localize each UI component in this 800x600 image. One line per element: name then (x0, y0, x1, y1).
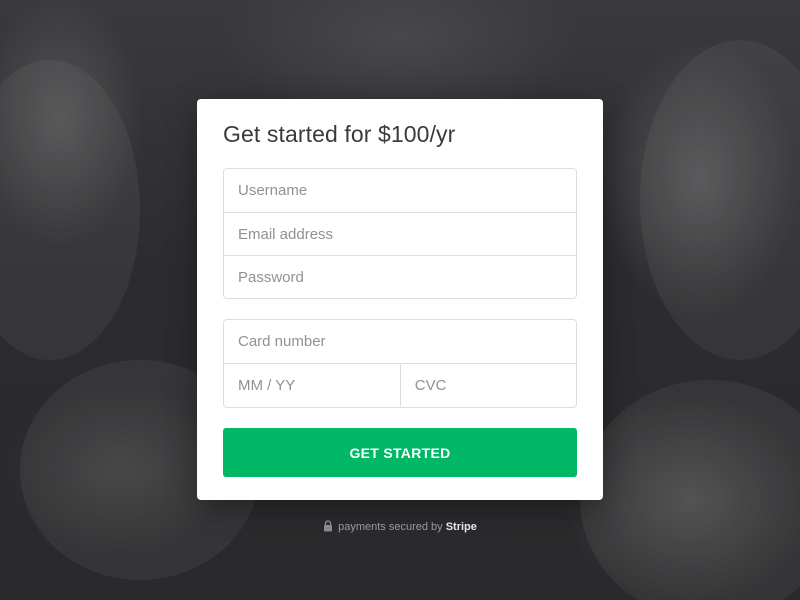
card-number-input[interactable] (224, 320, 576, 363)
username-input[interactable] (224, 169, 576, 212)
signup-card: Get started for $100/yr GET STARTED (197, 99, 603, 500)
email-input[interactable] (224, 212, 576, 255)
security-note-text: payments secured by (338, 521, 443, 533)
background-photo-crowd (0, 60, 140, 360)
card-title: Get started for $100/yr (223, 121, 456, 147)
account-fields-group (223, 168, 577, 299)
page-background: Get started for $100/yr GET STARTED paym… (0, 0, 800, 600)
background-photo-crowd (640, 40, 800, 360)
background-photo-crowd (580, 380, 800, 600)
payment-security-note: payments secured by Stripe (0, 519, 800, 535)
expiry-input[interactable] (224, 364, 400, 406)
stripe-brand-label: Stripe (445, 521, 477, 533)
password-input[interactable] (224, 255, 576, 298)
lock-icon (324, 520, 333, 532)
cvc-input[interactable] (399, 364, 576, 406)
payment-fields-group (223, 319, 577, 408)
expiry-cvc-row (224, 363, 576, 407)
get-started-button[interactable]: GET STARTED (223, 428, 577, 477)
